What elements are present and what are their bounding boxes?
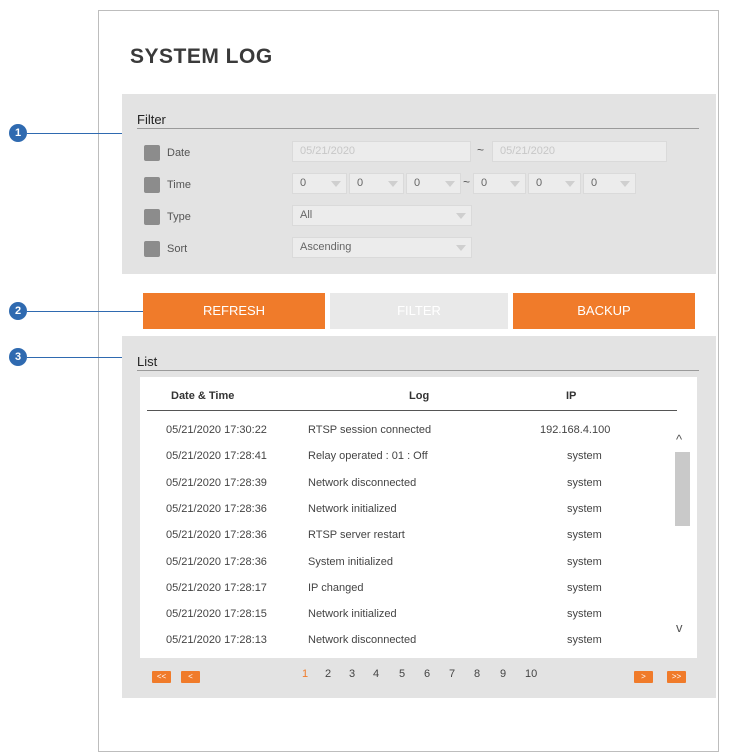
page-number-2[interactable]: 2 [325, 668, 331, 680]
cell-date-time: 05/21/2020 17:28:15 [166, 608, 267, 620]
cell-log: Network disconnected [308, 634, 417, 646]
cell-log: Network initialized [308, 503, 397, 515]
callout-badge-1: 1 [9, 124, 27, 142]
cell-ip: system [567, 450, 602, 462]
time-to-minute-value: 0 [536, 177, 543, 189]
type-checkbox[interactable] [144, 209, 160, 225]
cell-ip: system [567, 582, 602, 594]
page-number-4[interactable]: 4 [373, 668, 379, 680]
filter-button[interactable]: FILTER [330, 293, 508, 329]
chevron-down-icon[interactable]: v [676, 620, 683, 635]
time-label: Time [167, 179, 192, 191]
table-header-rule [147, 410, 677, 411]
time-from-second-value: 0 [414, 177, 421, 189]
cell-date-time: 05/21/2020 17:28:36 [166, 529, 267, 541]
cell-date-time: 05/21/2020 17:30:22 [166, 424, 267, 436]
caret-down-icon [331, 181, 341, 187]
chevron-up-icon[interactable]: ^ [676, 432, 682, 447]
backup-button[interactable]: BACKUP [513, 293, 695, 329]
cell-date-time: 05/21/2020 17:28:36 [166, 556, 267, 568]
scrollbar-thumb[interactable] [675, 452, 690, 526]
time-range-separator: ~ [463, 175, 471, 189]
cell-log: IP changed [308, 582, 364, 594]
caret-down-icon [445, 181, 455, 187]
cell-ip: system [567, 556, 602, 568]
cell-log: RTSP server restart [308, 529, 405, 541]
time-from-hour-value: 0 [300, 177, 307, 189]
time-to-minute-select[interactable]: 0 [528, 173, 581, 194]
sort-select[interactable]: Ascending [292, 237, 472, 258]
type-label: Type [167, 211, 191, 223]
date-checkbox[interactable] [144, 145, 160, 161]
page-number-6[interactable]: 6 [424, 668, 430, 680]
first-page-button[interactable]: << [152, 671, 171, 683]
prev-page-button[interactable]: < [181, 671, 200, 683]
cell-log: RTSP session connected [308, 424, 432, 436]
caret-down-icon [456, 245, 466, 251]
filter-divider [137, 128, 699, 129]
next-page-button[interactable]: > [634, 671, 653, 683]
date-from-input[interactable]: 05/21/2020 [292, 141, 471, 162]
cell-date-time: 05/21/2020 17:28:13 [166, 634, 267, 646]
caret-down-icon [388, 181, 398, 187]
time-to-second-value: 0 [591, 177, 598, 189]
caret-down-icon [456, 213, 466, 219]
filter-heading: Filter [137, 112, 166, 127]
caret-down-icon [565, 181, 575, 187]
callout-line-1 [27, 133, 128, 134]
cell-ip: system [567, 477, 602, 489]
list-heading: List [137, 354, 158, 369]
cell-ip: system [567, 503, 602, 515]
time-from-minute-select[interactable]: 0 [349, 173, 404, 194]
time-to-second-select[interactable]: 0 [583, 173, 636, 194]
page-number-9[interactable]: 9 [500, 668, 506, 680]
type-select-value: All [300, 209, 313, 221]
cell-log: Relay operated : 01 : Off [308, 450, 428, 462]
caret-down-icon [620, 181, 630, 187]
cell-ip: 192.168.4.100 [540, 424, 611, 436]
callout-badge-3: 3 [9, 348, 27, 366]
column-header-ip: IP [566, 390, 577, 402]
caret-down-icon [510, 181, 520, 187]
cell-log: System initialized [308, 556, 393, 568]
page-number-1[interactable]: 1 [302, 668, 308, 680]
cell-date-time: 05/21/2020 17:28:17 [166, 582, 267, 594]
last-page-button[interactable]: >> [667, 671, 686, 683]
sort-label: Sort [167, 243, 188, 255]
list-divider [137, 370, 699, 371]
column-header-log: Log [409, 390, 430, 402]
date-to-input[interactable]: 05/21/2020 [492, 141, 667, 162]
page-number-5[interactable]: 5 [399, 668, 405, 680]
cell-date-time: 05/21/2020 17:28:39 [166, 477, 267, 489]
callout-line-3 [27, 357, 127, 358]
cell-ip: system [567, 634, 602, 646]
page-number-10[interactable]: 10 [525, 668, 537, 680]
cell-ip: system [567, 608, 602, 620]
date-range-separator: ~ [477, 143, 485, 157]
page-title: SYSTEM LOG [130, 45, 273, 68]
time-from-second-select[interactable]: 0 [406, 173, 461, 194]
callout-badge-2: 2 [9, 302, 27, 320]
cell-date-time: 05/21/2020 17:28:36 [166, 503, 267, 515]
time-to-hour-value: 0 [481, 177, 488, 189]
sort-select-value: Ascending [300, 241, 352, 253]
date-label: Date [167, 147, 191, 159]
cell-log: Network disconnected [308, 477, 417, 489]
time-from-minute-value: 0 [357, 177, 364, 189]
refresh-button[interactable]: REFRESH [143, 293, 325, 329]
page-number-3[interactable]: 3 [349, 668, 355, 680]
cell-date-time: 05/21/2020 17:28:41 [166, 450, 267, 462]
time-to-hour-select[interactable]: 0 [473, 173, 526, 194]
cell-ip: system [567, 529, 602, 541]
page-number-7[interactable]: 7 [449, 668, 455, 680]
sort-checkbox[interactable] [144, 241, 160, 257]
time-from-hour-select[interactable]: 0 [292, 173, 347, 194]
page-number-8[interactable]: 8 [474, 668, 480, 680]
type-select[interactable]: All [292, 205, 472, 226]
cell-log: Network initialized [308, 608, 397, 620]
time-checkbox[interactable] [144, 177, 160, 193]
column-header-date-time: Date & Time [171, 390, 235, 402]
